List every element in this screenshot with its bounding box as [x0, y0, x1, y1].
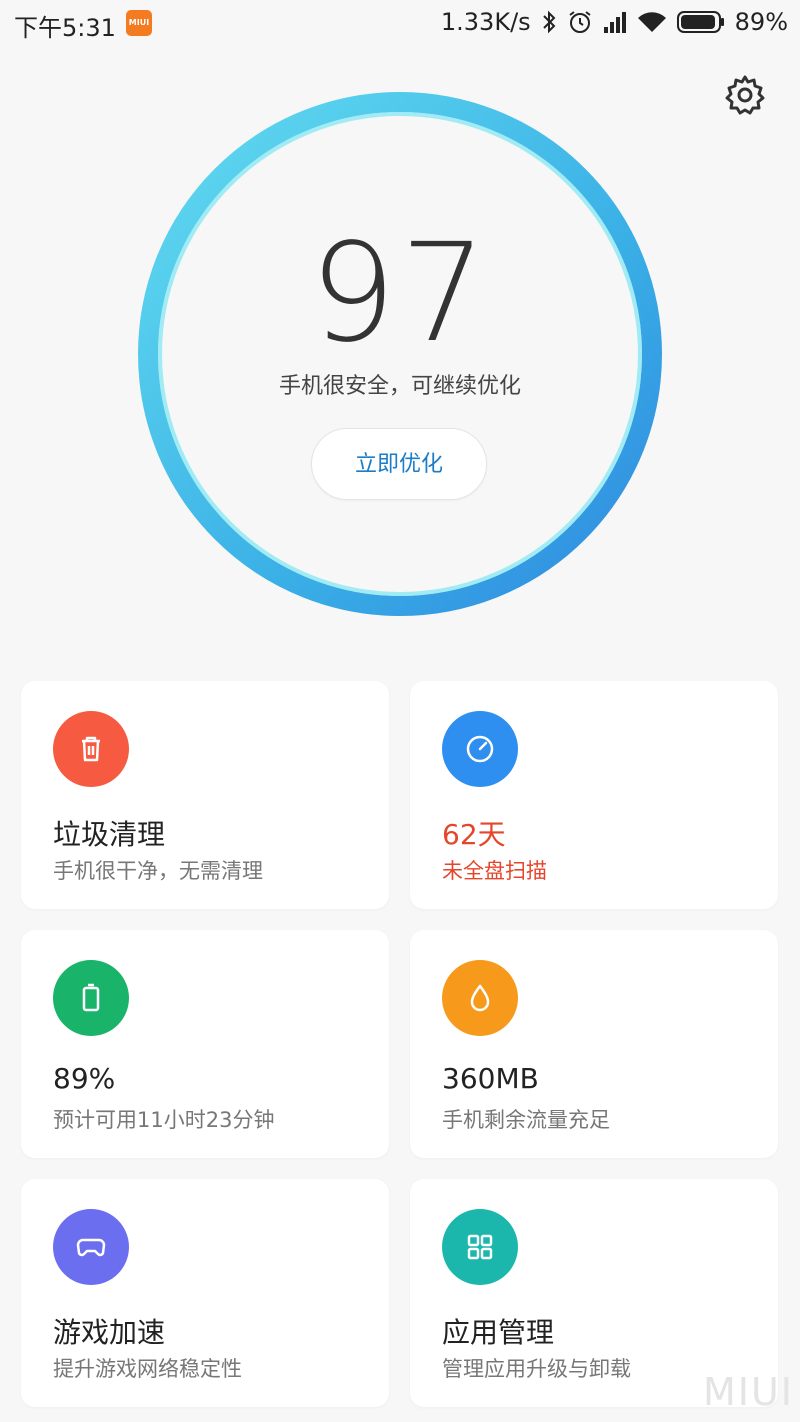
card-title: 62天 — [442, 818, 506, 851]
drop-icon — [442, 960, 518, 1036]
signal-icon — [603, 12, 626, 33]
card-title: 游戏加速 — [53, 1316, 166, 1349]
battery-icon — [53, 960, 129, 1036]
status-time: 下午5:31 — [14, 14, 116, 42]
gamepad-icon — [53, 1209, 129, 1285]
card-subtitle: 预计可用11小时23分钟 — [53, 1108, 275, 1132]
card-title: 垃圾清理 — [53, 818, 166, 851]
card-subtitle: 未全盘扫描 — [442, 859, 547, 883]
bluetooth-icon — [542, 10, 556, 34]
optimize-now-button[interactable]: 立即优化 — [311, 428, 487, 500]
card-junk-cleanup[interactable]: 垃圾清理 手机很干净，无需清理 — [21, 681, 389, 909]
miui-watermark: MIUI — [702, 1370, 794, 1414]
card-virus-scan[interactable]: 62天 未全盘扫描 — [410, 681, 778, 909]
net-speed: 1.33K/s — [440, 8, 531, 36]
card-subtitle: 手机很干净，无需清理 — [53, 859, 263, 883]
card-subtitle: 提升游戏网络稳定性 — [53, 1357, 242, 1381]
card-battery[interactable]: 89% 预计可用11小时23分钟 — [21, 930, 389, 1158]
security-score: 97 — [309, 215, 491, 373]
apps-grid-icon — [442, 1209, 518, 1285]
trash-icon — [53, 711, 129, 787]
wifi-icon — [637, 12, 666, 32]
gauge-icon — [442, 711, 518, 787]
card-subtitle: 手机剩余流量充足 — [442, 1108, 610, 1132]
gear-icon[interactable] — [724, 74, 766, 116]
card-title: 应用管理 — [442, 1316, 555, 1349]
card-game-boost[interactable]: 游戏加速 提升游戏网络稳定性 — [21, 1179, 389, 1407]
security-status-text: 手机很安全，可继续优化 — [278, 374, 521, 399]
card-title: 360MB — [442, 1062, 539, 1095]
card-title: 89% — [53, 1062, 116, 1095]
status-bar: 下午5:31 MIUI 1.33K/s 89% — [0, 0, 800, 48]
card-data-usage[interactable]: 360MB 手机剩余流量充足 — [410, 930, 778, 1158]
battery-icon — [676, 11, 724, 33]
card-subtitle: 管理应用升级与卸载 — [442, 1357, 631, 1381]
miui-notification-icon: MIUI — [126, 10, 152, 36]
battery-percent: 89% — [734, 8, 788, 36]
alarm-icon — [569, 11, 591, 33]
